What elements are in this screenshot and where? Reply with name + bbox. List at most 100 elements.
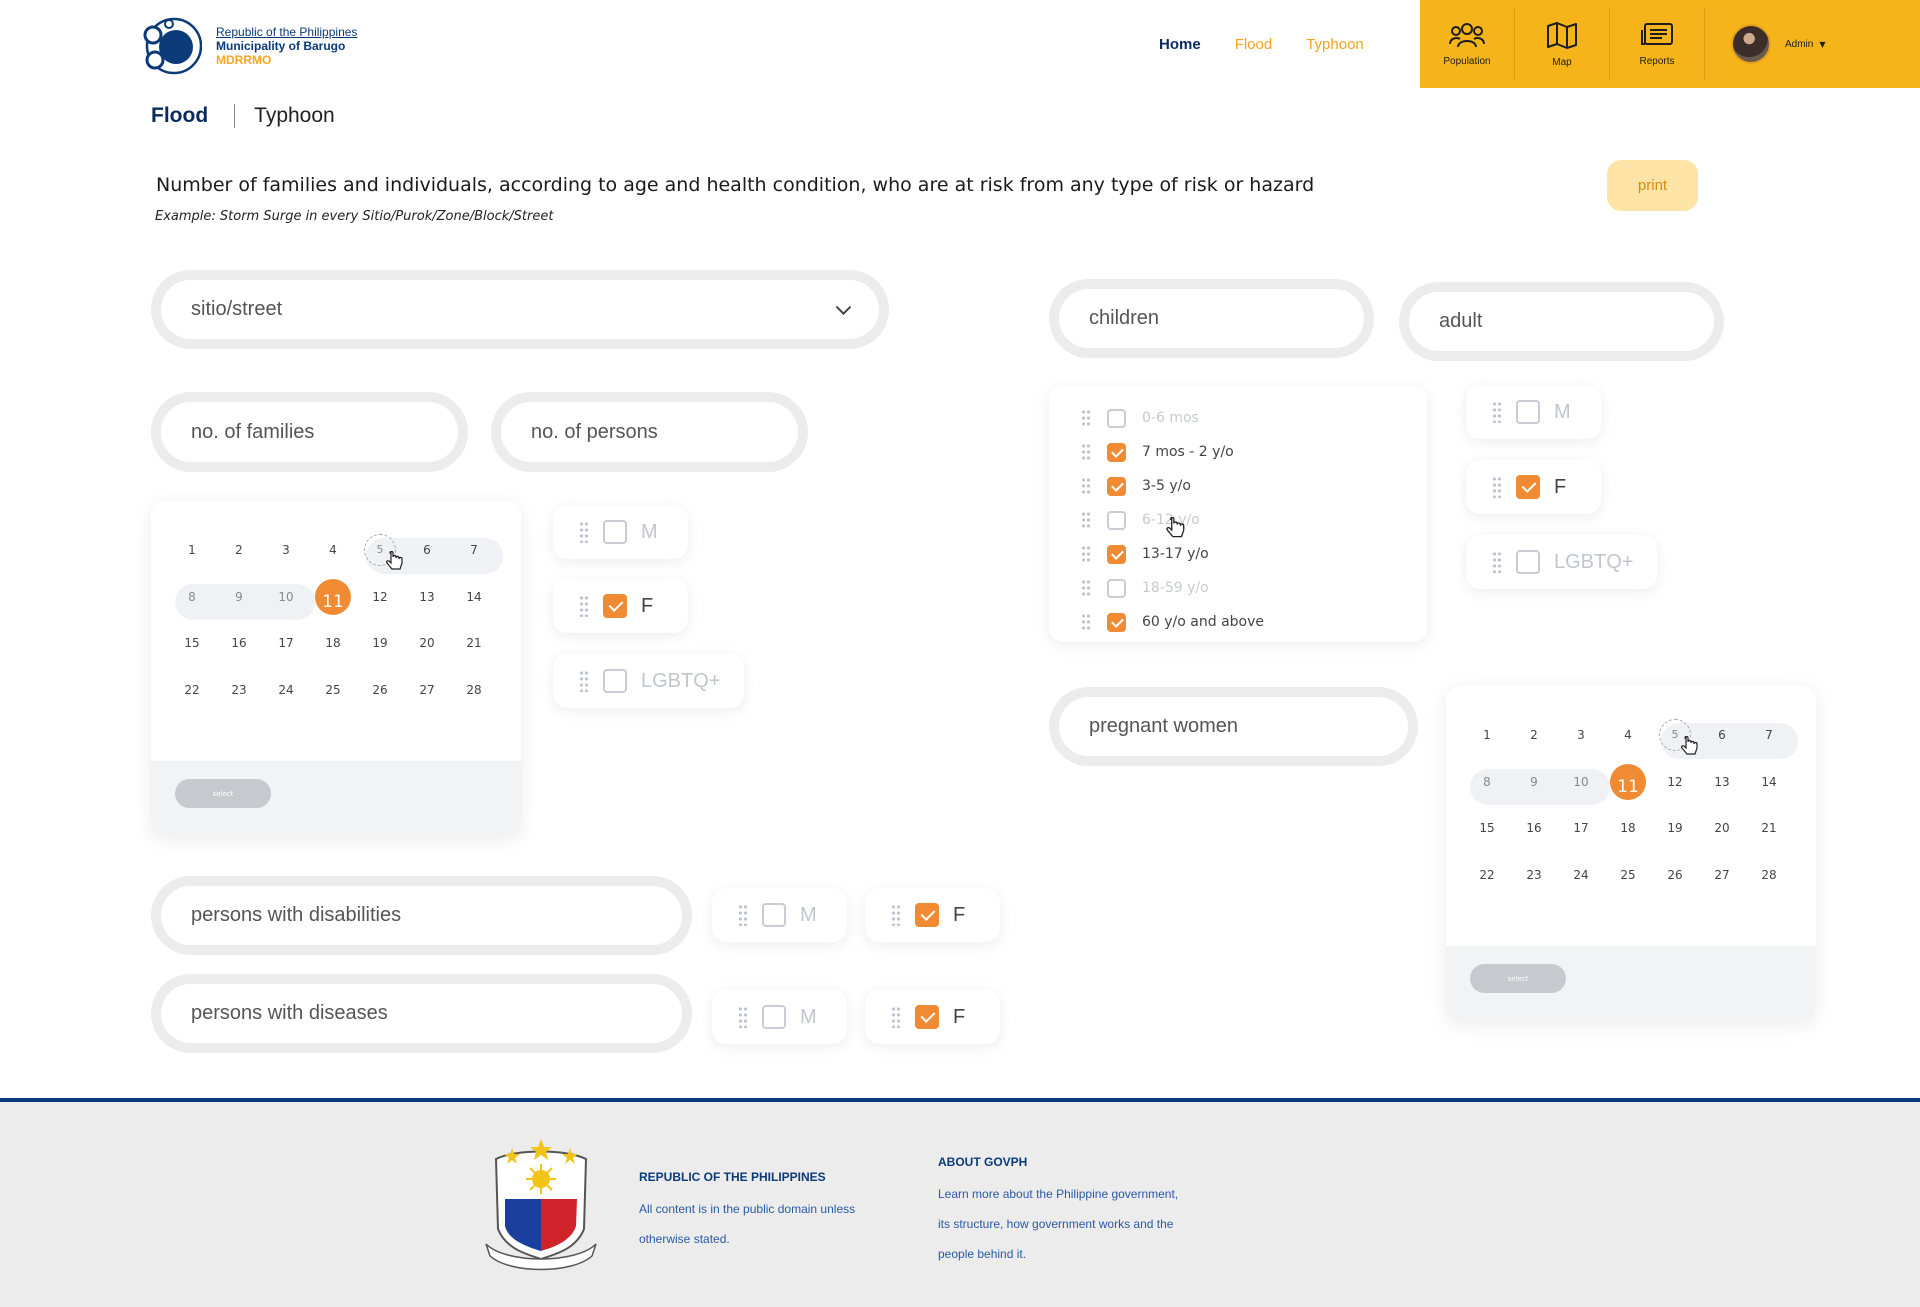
calendar-select-button[interactable]: select bbox=[175, 779, 271, 808]
nav-typhoon[interactable]: Typhoon bbox=[1306, 36, 1364, 53]
adult-sex-lgbtq[interactable]: LGBTQ+ bbox=[1466, 535, 1657, 589]
calendar-day[interactable]: 10 bbox=[1561, 772, 1601, 792]
adult-sex-m[interactable]: M bbox=[1466, 385, 1601, 439]
tab-flood[interactable]: Flood bbox=[151, 104, 236, 128]
calendar-day[interactable]: 9 bbox=[219, 587, 259, 607]
sitio-select[interactable]: sitio/street bbox=[151, 270, 889, 349]
calendar-day[interactable]: 6 bbox=[1702, 725, 1742, 745]
calendar-day[interactable]: 27 bbox=[407, 680, 447, 700]
calendar-day[interactable]: 16 bbox=[219, 633, 259, 653]
calendar-day[interactable]: 9 bbox=[1514, 772, 1554, 792]
calendar-day[interactable]: 15 bbox=[172, 633, 212, 653]
calendar-day[interactable]: 14 bbox=[454, 587, 494, 607]
drag-handle-icon[interactable] bbox=[1081, 409, 1091, 427]
calendar-day[interactable]: 7 bbox=[1749, 725, 1789, 745]
footer-col2-title[interactable]: ABOUT GOVPH bbox=[938, 1155, 1178, 1169]
persons-sex-m[interactable]: M bbox=[553, 505, 688, 559]
footer-col2-line-2[interactable]: its structure, how government works and … bbox=[938, 1209, 1178, 1239]
drag-handle-icon[interactable] bbox=[1492, 401, 1502, 423]
calendar-day[interactable]: 17 bbox=[266, 633, 306, 653]
calendar-day[interactable]: 8 bbox=[1467, 772, 1507, 792]
checkbox[interactable] bbox=[1107, 544, 1126, 564]
calendar-day[interactable]: 13 bbox=[1702, 772, 1742, 792]
drag-handle-icon[interactable] bbox=[1492, 551, 1502, 573]
calendar-day[interactable]: 2 bbox=[1514, 725, 1554, 745]
calendar-day[interactable]: 7 bbox=[454, 540, 494, 560]
drag-handle-icon[interactable] bbox=[891, 904, 901, 926]
calendar-day[interactable]: 26 bbox=[360, 680, 400, 700]
checkbox[interactable] bbox=[1107, 442, 1126, 462]
checkbox[interactable] bbox=[1516, 475, 1540, 499]
calendar-day[interactable]: 15 bbox=[1467, 818, 1507, 838]
drag-handle-icon[interactable] bbox=[1081, 545, 1091, 563]
calendar-day[interactable]: 8 bbox=[172, 587, 212, 607]
nav-flood[interactable]: Flood bbox=[1235, 36, 1273, 53]
calendar-day[interactable]: 6 bbox=[407, 540, 447, 560]
calendar-day[interactable]: 12 bbox=[1655, 772, 1695, 792]
checkbox[interactable] bbox=[1107, 476, 1126, 496]
calendar-day[interactable]: 11 bbox=[315, 579, 351, 615]
checkbox[interactable] bbox=[762, 1005, 786, 1029]
age-group-item[interactable]: 3-5 y/o bbox=[1049, 469, 1427, 503]
drag-handle-icon[interactable] bbox=[1081, 579, 1091, 597]
calendar-day[interactable]: 1 bbox=[172, 540, 212, 560]
calendar-day[interactable]: 22 bbox=[172, 680, 212, 700]
drag-handle-icon[interactable] bbox=[891, 1006, 901, 1028]
calendar-day[interactable]: 24 bbox=[1561, 865, 1601, 885]
checkbox[interactable] bbox=[603, 520, 627, 544]
adult-input[interactable]: adult bbox=[1399, 282, 1724, 361]
checkbox[interactable] bbox=[1107, 578, 1126, 598]
calendar-day[interactable]: 21 bbox=[1749, 818, 1789, 838]
calendar-day[interactable]: 21 bbox=[454, 633, 494, 653]
calendar-day[interactable]: 4 bbox=[1608, 725, 1648, 745]
disabilities-input[interactable]: persons with disabilities bbox=[151, 876, 692, 955]
age-group-item[interactable]: 6-12 y/o bbox=[1049, 503, 1427, 537]
drag-handle-icon[interactable] bbox=[738, 904, 748, 926]
calendar-day[interactable]: 19 bbox=[1655, 818, 1695, 838]
diseases-sex-f[interactable]: F bbox=[865, 990, 1000, 1044]
calendar-day[interactable]: 26 bbox=[1655, 865, 1695, 885]
calendar-day[interactable]: 3 bbox=[1561, 725, 1601, 745]
age-group-item[interactable]: 18-59 y/o bbox=[1049, 571, 1427, 605]
calendar-day[interactable]: 28 bbox=[1749, 865, 1789, 885]
persons-sex-f[interactable]: F bbox=[553, 579, 688, 633]
checkbox[interactable] bbox=[1516, 400, 1540, 424]
calendar-day[interactable]: 25 bbox=[313, 680, 353, 700]
pregnant-input[interactable]: pregnant women bbox=[1049, 687, 1418, 766]
persons-input[interactable]: no. of persons bbox=[491, 392, 808, 472]
toolbar-population[interactable]: Population bbox=[1420, 8, 1515, 80]
calendar-day[interactable]: 25 bbox=[1608, 865, 1648, 885]
calendar-day[interactable]: 13 bbox=[407, 587, 447, 607]
age-group-item[interactable]: 13-17 y/o bbox=[1049, 537, 1427, 571]
disabilities-sex-f[interactable]: F bbox=[865, 888, 1000, 942]
drag-handle-icon[interactable] bbox=[579, 595, 589, 617]
calendar-day[interactable]: 1 bbox=[1467, 725, 1507, 745]
checkbox[interactable] bbox=[1516, 550, 1540, 574]
checkbox[interactable] bbox=[1107, 612, 1126, 632]
disabilities-sex-m[interactable]: M bbox=[712, 888, 847, 942]
calendar-day[interactable]: 23 bbox=[1514, 865, 1554, 885]
footer-col2-line-1[interactable]: Learn more about the Philippine governme… bbox=[938, 1179, 1178, 1209]
calendar-day[interactable]: 20 bbox=[407, 633, 447, 653]
calendar-day[interactable]: 24 bbox=[266, 680, 306, 700]
calendar-day[interactable]: 16 bbox=[1514, 818, 1554, 838]
calendar-day[interactable]: 11 bbox=[1610, 764, 1646, 800]
calendar-day[interactable]: 12 bbox=[360, 587, 400, 607]
calendar-day[interactable]: 27 bbox=[1702, 865, 1742, 885]
brand-line-1[interactable]: Republic of the Philippines bbox=[216, 25, 357, 39]
checkbox[interactable] bbox=[1107, 510, 1126, 530]
calendar-day[interactable]: 19 bbox=[360, 633, 400, 653]
drag-handle-icon[interactable] bbox=[1081, 613, 1091, 631]
toolbar-map[interactable]: Map bbox=[1515, 8, 1610, 80]
checkbox[interactable] bbox=[603, 594, 627, 618]
drag-handle-icon[interactable] bbox=[1492, 476, 1502, 498]
checkbox[interactable] bbox=[1107, 408, 1126, 428]
drag-handle-icon[interactable] bbox=[738, 1006, 748, 1028]
diseases-input[interactable]: persons with diseases bbox=[151, 974, 692, 1053]
footer-col2-line-3[interactable]: people behind it. bbox=[938, 1239, 1178, 1269]
families-input[interactable]: no. of families bbox=[151, 392, 468, 472]
calendar-day[interactable]: 10 bbox=[266, 587, 306, 607]
calendar-day[interactable]: 28 bbox=[454, 680, 494, 700]
diseases-sex-m[interactable]: M bbox=[712, 990, 847, 1044]
calendar-day[interactable]: 18 bbox=[313, 633, 353, 653]
